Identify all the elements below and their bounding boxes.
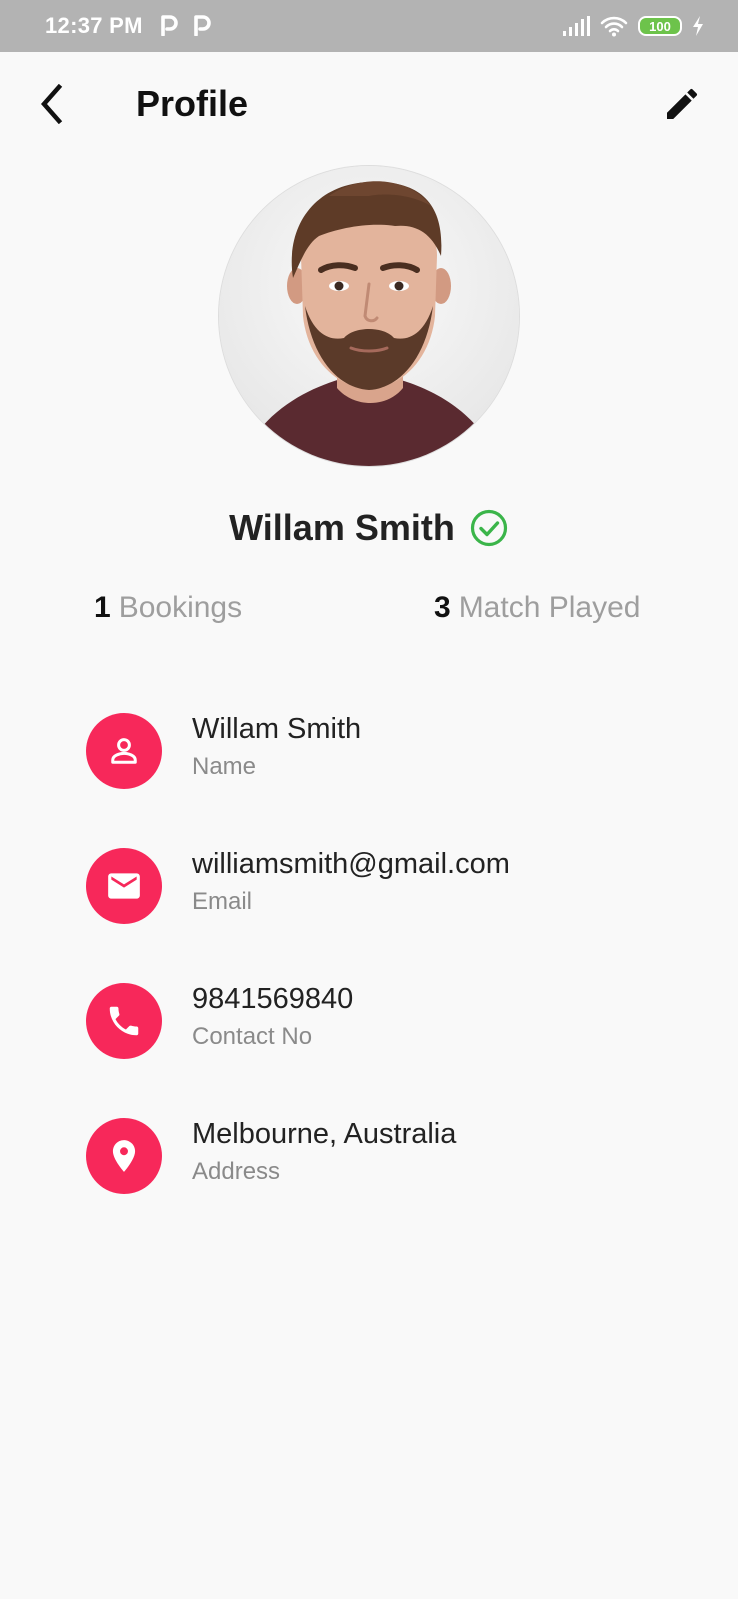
- charging-icon: [693, 16, 703, 36]
- stat-matches-played[interactable]: 3 Match Played: [434, 588, 640, 628]
- detail-label: Email: [192, 888, 253, 915]
- stat-count: 3: [434, 591, 451, 624]
- stat-count: 1: [94, 591, 111, 624]
- mail-icon: [86, 848, 162, 924]
- detail-contact: 9841569840 Contact No: [0, 981, 738, 1116]
- edit-button[interactable]: [660, 82, 704, 126]
- phone-icon: [86, 983, 162, 1059]
- parking-app-icon: [194, 15, 211, 36]
- detail-label: Address: [192, 1158, 281, 1185]
- detail-value: Melbourne, Australia: [192, 1118, 457, 1150]
- stat-label: Match Played: [458, 591, 641, 624]
- stat-bookings[interactable]: 1 Bookings: [94, 588, 242, 628]
- detail-label: Name: [192, 753, 257, 780]
- parking-app-icon: [161, 15, 178, 36]
- status-time: 12:37 PM: [45, 13, 143, 38]
- chevron-left-icon: [40, 84, 63, 124]
- location-pin-icon: [86, 1118, 162, 1194]
- detail-email: williamsmith@gmail.com Email: [0, 846, 738, 981]
- app-bar: Profile: [0, 52, 738, 158]
- person-icon: [86, 713, 162, 789]
- check-circle-icon: [470, 509, 507, 547]
- battery-icon: 100: [638, 16, 682, 36]
- detail-value: 9841569840: [192, 983, 354, 1015]
- page-title: Profile: [136, 83, 249, 124]
- status-bar: 12:37 PM 100: [0, 0, 738, 52]
- pencil-icon: [667, 88, 698, 119]
- detail-name: Willam Smith Name: [0, 711, 738, 846]
- profile-name-row: Willam Smith: [0, 504, 738, 552]
- battery-level: 100: [649, 18, 671, 34]
- detail-address: Melbourne, Australia Address: [0, 1116, 738, 1251]
- profile-name: Willam Smith: [229, 507, 455, 548]
- signal-icon: [563, 16, 590, 36]
- profile-stats: 1 Bookings 3 Match Played: [0, 588, 738, 632]
- profile-photo: [219, 166, 519, 466]
- avatar: [219, 166, 519, 466]
- detail-value: williamsmith@gmail.com: [192, 848, 510, 880]
- detail-label: Contact No: [192, 1023, 313, 1050]
- stat-label: Bookings: [118, 591, 243, 624]
- wifi-icon: [600, 16, 628, 37]
- back-button[interactable]: [30, 82, 74, 126]
- detail-value: Willam Smith: [192, 713, 362, 745]
- profile-details-list: Willam Smith Name williamsmith@gmail.com…: [0, 711, 738, 1251]
- status-indicators: 100: [562, 12, 704, 40]
